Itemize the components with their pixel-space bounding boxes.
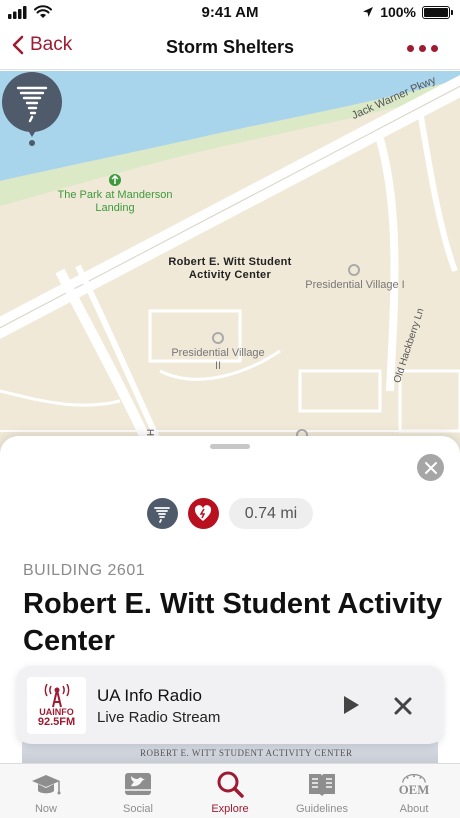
- tab-label: Social: [123, 803, 153, 815]
- presidential-village-1-label[interactable]: Presidential Village I: [305, 279, 405, 292]
- tab-bar: Now Social Explore Guidelines OEM About: [0, 763, 460, 818]
- tornado-shelter-icon: [146, 498, 178, 529]
- ua-info-radio-logo: UAINFO 92.5FM: [27, 677, 86, 734]
- social-icon: [125, 773, 151, 795]
- close-player-icon[interactable]: [391, 694, 415, 718]
- oem-logo-icon: OEM: [399, 774, 430, 797]
- park-label[interactable]: The Park at Manderson Landing: [52, 189, 178, 215]
- more-dot-icon: [431, 45, 438, 52]
- radio-player[interactable]: UAINFO 92.5FM UA Info Radio Live Radio S…: [17, 666, 443, 744]
- tab-about[interactable]: OEM About: [368, 764, 460, 818]
- tab-label: About: [399, 803, 429, 815]
- map-view[interactable]: Jack Warner Pkwy Old Hackberry Ln H The …: [0, 71, 460, 471]
- radio-subtitle: Live Radio Stream: [97, 709, 221, 726]
- radio-logo-frequency: 92.5FM: [37, 715, 76, 728]
- battery-percent: 100%: [380, 4, 416, 20]
- distance-badge: 0.74 mi: [228, 498, 314, 529]
- page-title: Storm Shelters: [165, 37, 295, 57]
- sheet-drag-handle[interactable]: [210, 444, 250, 449]
- close-icon: [424, 461, 437, 474]
- radio-title: UA Info Radio: [97, 686, 202, 705]
- presidential-village-2-label[interactable]: Presidential Village II: [170, 347, 266, 373]
- storm-shelter-pin-icon[interactable]: [0, 71, 64, 147]
- more-options-button[interactable]: [407, 45, 438, 52]
- graduation-cap-icon: [32, 775, 61, 795]
- close-button[interactable]: [417, 454, 444, 481]
- more-dot-icon: [407, 45, 414, 52]
- aed-heart-icon: [187, 498, 219, 529]
- radio-tower-icon: [44, 683, 69, 707]
- play-icon[interactable]: [337, 692, 365, 718]
- feature-chips: 0.74 mi: [0, 498, 460, 529]
- svg-text:OEM: OEM: [399, 783, 430, 797]
- tab-label: Guidelines: [296, 803, 348, 815]
- building-map-label[interactable]: Robert E. Witt Student Activity Center: [150, 256, 310, 282]
- book-icon: [309, 774, 335, 796]
- building-name: Robert E. Witt Student Activity Center: [23, 588, 443, 657]
- building-number: BUILDING 2601: [23, 562, 146, 579]
- tab-guidelines[interactable]: Guidelines: [276, 764, 368, 818]
- tab-label: Explore: [211, 803, 249, 815]
- more-dot-icon: [419, 45, 426, 52]
- magnifier-icon: [217, 771, 244, 798]
- tab-now[interactable]: Now: [0, 764, 92, 818]
- location-arrow-icon: [363, 7, 374, 17]
- tab-label: Now: [34, 803, 57, 815]
- status-bar: 9:41 AM 100%: [0, 0, 460, 26]
- tab-explore[interactable]: Explore: [184, 764, 276, 818]
- battery-icon: [422, 5, 453, 19]
- navigation-bar: Back Storm Shelters: [0, 26, 460, 70]
- tab-social[interactable]: Social: [92, 764, 184, 818]
- photo-caption: ROBERT E. WITT STUDENT ACTIVITY CENTER: [140, 748, 353, 758]
